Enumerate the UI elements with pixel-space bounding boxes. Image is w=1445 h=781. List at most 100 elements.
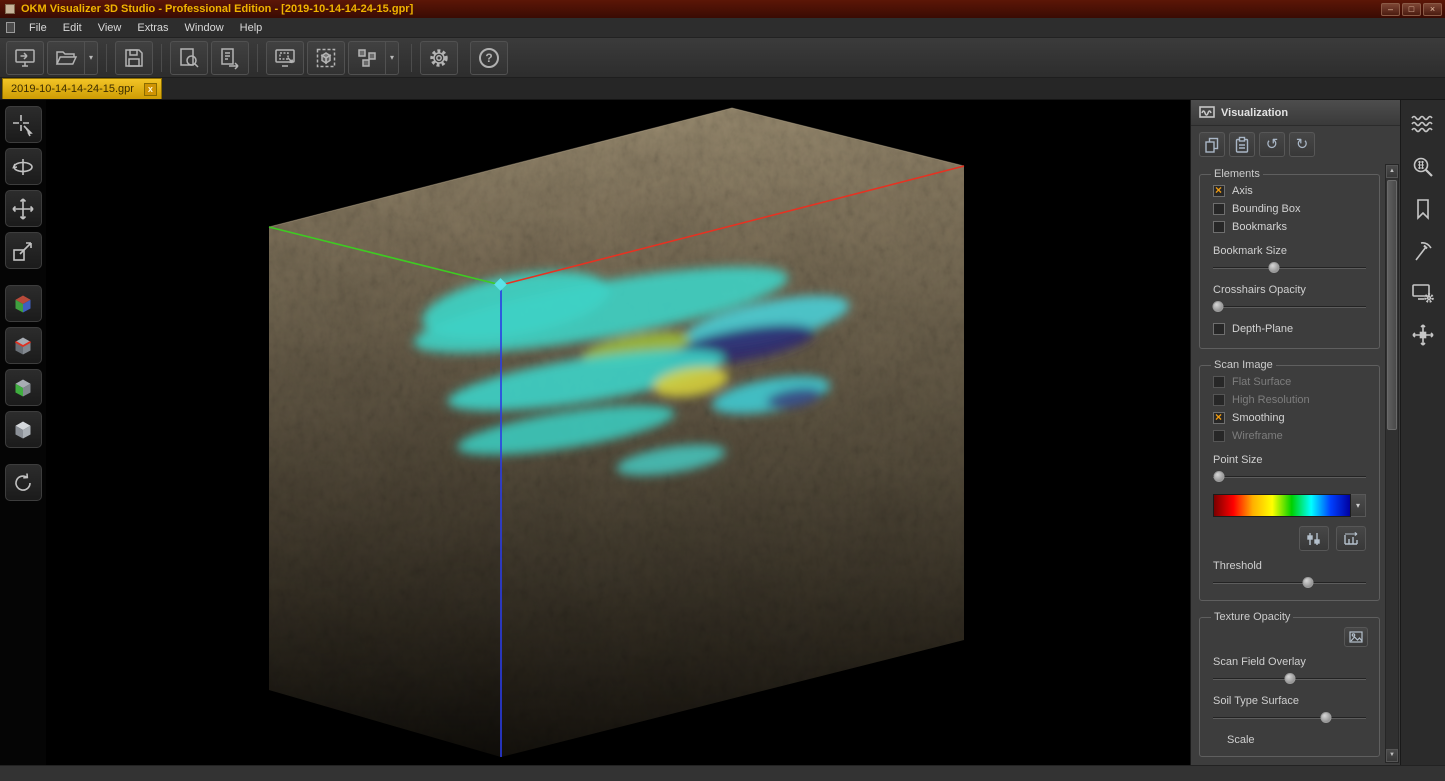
open-file-dropdown[interactable]: ▾ (85, 41, 98, 75)
view-y-button[interactable] (5, 369, 42, 406)
menu-edit[interactable]: Edit (55, 20, 90, 36)
view-3d-button[interactable] (5, 285, 42, 322)
app-icon (5, 4, 15, 14)
menu-extras[interactable]: Extras (129, 20, 176, 36)
crosshair-pointer-icon (11, 113, 35, 137)
levels-icon (1305, 531, 1323, 547)
texture-image-button[interactable] (1344, 627, 1368, 647)
screen-capture-icon (273, 46, 297, 70)
high-resolution-row: × High Resolution (1211, 391, 1368, 409)
cube-green-face-icon (11, 376, 35, 400)
menubar: File Edit View Extras Window Help (0, 18, 1445, 38)
rotate-ccw-icon (11, 471, 35, 495)
slider-track (1213, 306, 1366, 308)
soil-type-surface-slider[interactable] (1213, 710, 1366, 725)
scale-tool-button[interactable] (5, 232, 42, 269)
colormap-select[interactable] (1213, 494, 1351, 517)
axis-checkbox[interactable]: × (1213, 185, 1225, 197)
pointer-tool-button[interactable] (5, 106, 42, 143)
slider-thumb[interactable] (1284, 673, 1295, 684)
point-size-slider[interactable] (1213, 469, 1366, 484)
document-magnifier-icon (177, 46, 201, 70)
toolbar-separator (411, 44, 412, 72)
bounding-box-checkbox[interactable]: × (1213, 203, 1225, 215)
panel-scrollbar[interactable]: ▲ ▼ (1385, 164, 1399, 763)
print-preview-button[interactable] (170, 41, 208, 75)
bounding-box-row[interactable]: × Bounding Box (1211, 200, 1368, 218)
document-tab[interactable]: 2019-10-14-14-24-15.gpr x (2, 78, 162, 99)
smoothing-row[interactable]: × Smoothing (1211, 409, 1368, 427)
scroll-track[interactable] (1386, 178, 1398, 749)
view-x-button[interactable] (5, 327, 42, 364)
bookmark-size-slider[interactable] (1213, 260, 1366, 275)
point-size-label: Point Size (1213, 454, 1366, 466)
smoothing-checkbox[interactable]: × (1213, 412, 1225, 424)
high-resolution-checkbox[interactable]: × (1213, 394, 1225, 406)
3d-modes-button[interactable] (348, 41, 386, 75)
screenshot-button[interactable] (266, 41, 304, 75)
slider-thumb[interactable] (1214, 471, 1225, 482)
pdf-export-button[interactable] (211, 41, 249, 75)
tools-panel-button[interactable] (1407, 236, 1439, 266)
titlebar: OKM Visualizer 3D Studio - Professional … (0, 0, 1445, 18)
paste-settings-button[interactable] (1229, 132, 1255, 157)
save-button[interactable] (115, 41, 153, 75)
scroll-thumb[interactable] (1387, 180, 1397, 430)
3d-region-button[interactable] (307, 41, 345, 75)
depth-plane-row[interactable]: × Depth-Plane (1211, 320, 1368, 338)
minimize-button[interactable]: – (1381, 3, 1400, 16)
signal-panel-button[interactable] (1407, 110, 1439, 140)
soil-type-surface-label: Soil Type Surface (1213, 695, 1366, 707)
settings-button[interactable] (420, 41, 458, 75)
colormap-dropdown[interactable]: ▾ (1351, 494, 1366, 517)
cubes-icon (355, 46, 379, 70)
bookmarks-checkbox[interactable]: × (1213, 221, 1225, 233)
document-icon (6, 22, 15, 33)
scale-label: Scale (1227, 734, 1368, 746)
scan-field-overlay-slider[interactable] (1213, 671, 1366, 686)
refresh-button[interactable]: ↻ (1289, 132, 1315, 157)
menu-file[interactable]: File (21, 20, 55, 36)
slider-thumb[interactable] (1269, 262, 1280, 273)
slider-thumb[interactable] (1212, 301, 1223, 312)
wireframe-checkbox[interactable]: × (1213, 430, 1225, 442)
tab-close-button[interactable]: x (144, 83, 157, 96)
slider-thumb[interactable] (1302, 577, 1313, 588)
menu-help[interactable]: Help (232, 20, 271, 36)
color-range-button[interactable] (1336, 526, 1366, 551)
import-scan-button[interactable] (6, 41, 44, 75)
scan-inspect-panel-button[interactable] (1407, 152, 1439, 182)
left-tool-strip (0, 100, 46, 765)
depth-plane-checkbox[interactable]: × (1213, 323, 1225, 335)
copy-settings-button[interactable] (1199, 132, 1225, 157)
slider-thumb[interactable] (1321, 712, 1332, 723)
3d-modes-dropdown[interactable]: ▾ (386, 41, 399, 75)
maximize-button[interactable]: □ (1402, 3, 1421, 16)
navigation-panel-button[interactable] (1407, 320, 1439, 350)
menu-view[interactable]: View (90, 20, 130, 36)
open-file-button[interactable] (47, 41, 85, 75)
help-button[interactable]: ? (470, 41, 508, 75)
import-scan-icon (13, 46, 37, 70)
bookmarks-panel-button[interactable] (1407, 194, 1439, 224)
menu-window[interactable]: Window (177, 20, 232, 36)
reset-rotation-button[interactable] (5, 464, 42, 501)
3d-scene[interactable] (46, 100, 1190, 765)
close-button[interactable]: × (1423, 3, 1442, 16)
axis-row[interactable]: × Axis (1211, 182, 1368, 200)
reset-view-button[interactable]: ↺ (1259, 132, 1285, 157)
orbit-tool-button[interactable] (5, 148, 42, 185)
bookmarks-row[interactable]: × Bookmarks (1211, 218, 1368, 236)
flat-surface-checkbox[interactable]: × (1213, 376, 1225, 388)
crosshairs-opacity-slider[interactable] (1213, 299, 1366, 314)
threshold-slider[interactable] (1213, 575, 1366, 590)
scroll-up-button[interactable]: ▲ (1386, 165, 1398, 178)
workspace: Visualization ↺ ↻ Elements × Axis (0, 100, 1445, 765)
image-icon (1349, 631, 1363, 643)
move-tool-button[interactable] (5, 190, 42, 227)
view-z-button[interactable] (5, 411, 42, 448)
color-levels-button[interactable] (1299, 526, 1329, 551)
export-panel-button[interactable] (1407, 278, 1439, 308)
right-tool-strip (1400, 100, 1445, 765)
scroll-down-button[interactable]: ▼ (1386, 749, 1398, 762)
